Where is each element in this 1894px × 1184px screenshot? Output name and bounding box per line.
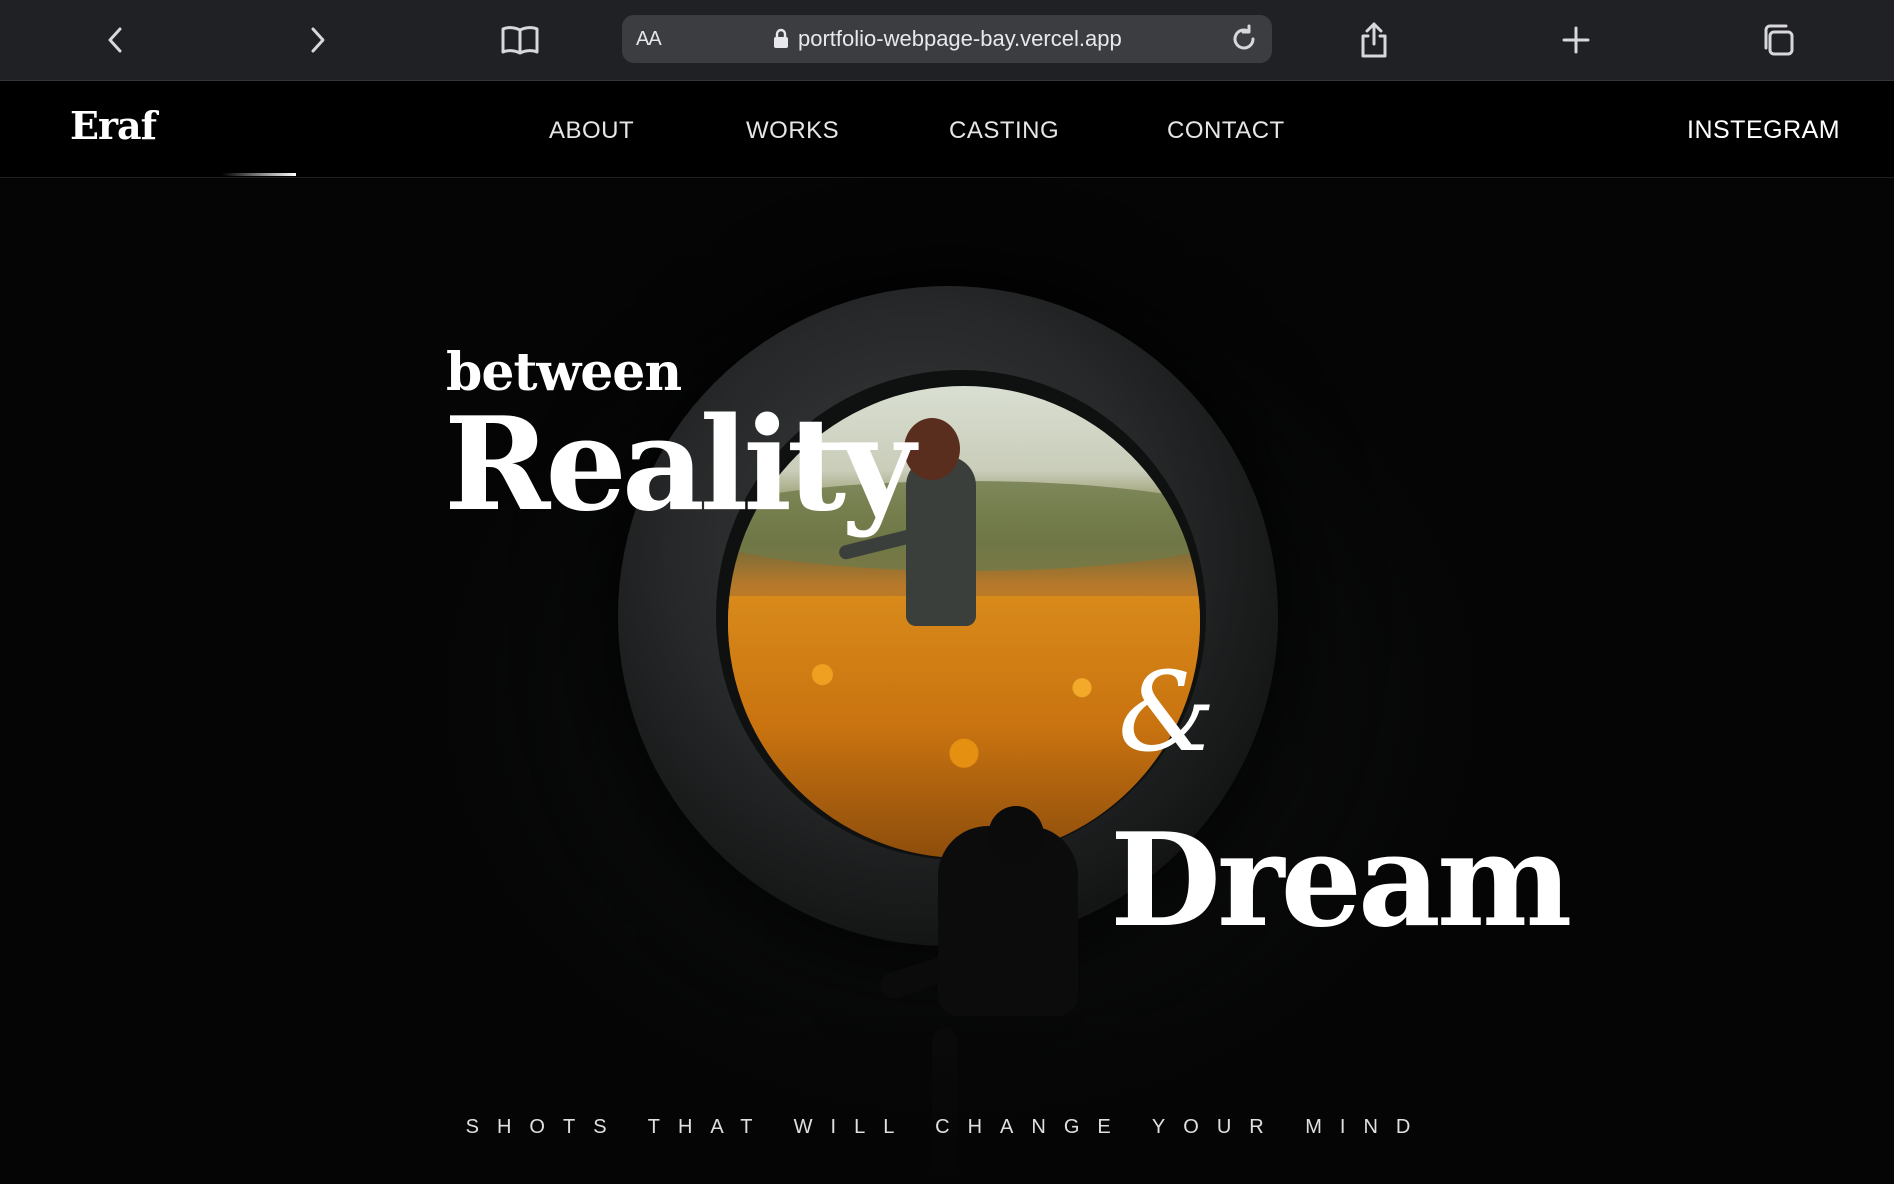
site-logo[interactable]: Eraf [70, 103, 157, 148]
browser-toolbar: AA portfolio-webpage-bay.vercel.app [0, 0, 1894, 81]
hero-word-dream: Dream [1110, 806, 1572, 956]
woman-head [904, 418, 960, 480]
url-text[interactable]: portfolio-webpage-bay.vercel.app [798, 26, 1122, 52]
hero-section: between Reality & Dream SHOTS THAT WILL … [0, 178, 1894, 1184]
nav-works[interactable]: WORKS [746, 117, 839, 145]
hero-ampersand: & [1118, 648, 1216, 776]
tabs-icon [1764, 24, 1794, 56]
nav-contact[interactable]: CONTACT [1167, 117, 1285, 145]
forward-button[interactable] [291, 14, 343, 66]
address-bar[interactable]: AA portfolio-webpage-bay.vercel.app [622, 15, 1272, 63]
new-tab-button[interactable] [1550, 14, 1602, 66]
man-head [988, 806, 1044, 866]
header-underline [222, 173, 296, 176]
nav-about[interactable]: ABOUT [549, 117, 634, 145]
hero-tagline: SHOTS THAT WILL CHANGE YOUR MIND [465, 1116, 1429, 1138]
nav-casting[interactable]: CASTING [949, 117, 1059, 145]
woman-figure [906, 456, 976, 626]
tabs-overview-button[interactable] [1752, 14, 1804, 66]
back-icon [108, 27, 122, 53]
bookmarks-button[interactable] [494, 14, 546, 66]
new-tab-icon [1562, 26, 1590, 54]
site-header: Eraf ABOUT WORKS CASTING CONTACT INSTEGR… [0, 81, 1894, 178]
lock-icon [774, 28, 788, 48]
text-size-button[interactable]: AA [636, 28, 662, 51]
forward-icon [311, 27, 325, 53]
man-leg-lower [932, 1028, 958, 1178]
instagram-link[interactable]: INSTEGRAM [1687, 116, 1840, 145]
hero-word-reality: Reality [444, 390, 915, 540]
back-button[interactable] [90, 14, 142, 66]
reload-icon[interactable] [1228, 23, 1260, 55]
bookmarks-icon [501, 26, 539, 55]
share-button[interactable] [1348, 14, 1400, 66]
share-icon [1361, 22, 1387, 58]
